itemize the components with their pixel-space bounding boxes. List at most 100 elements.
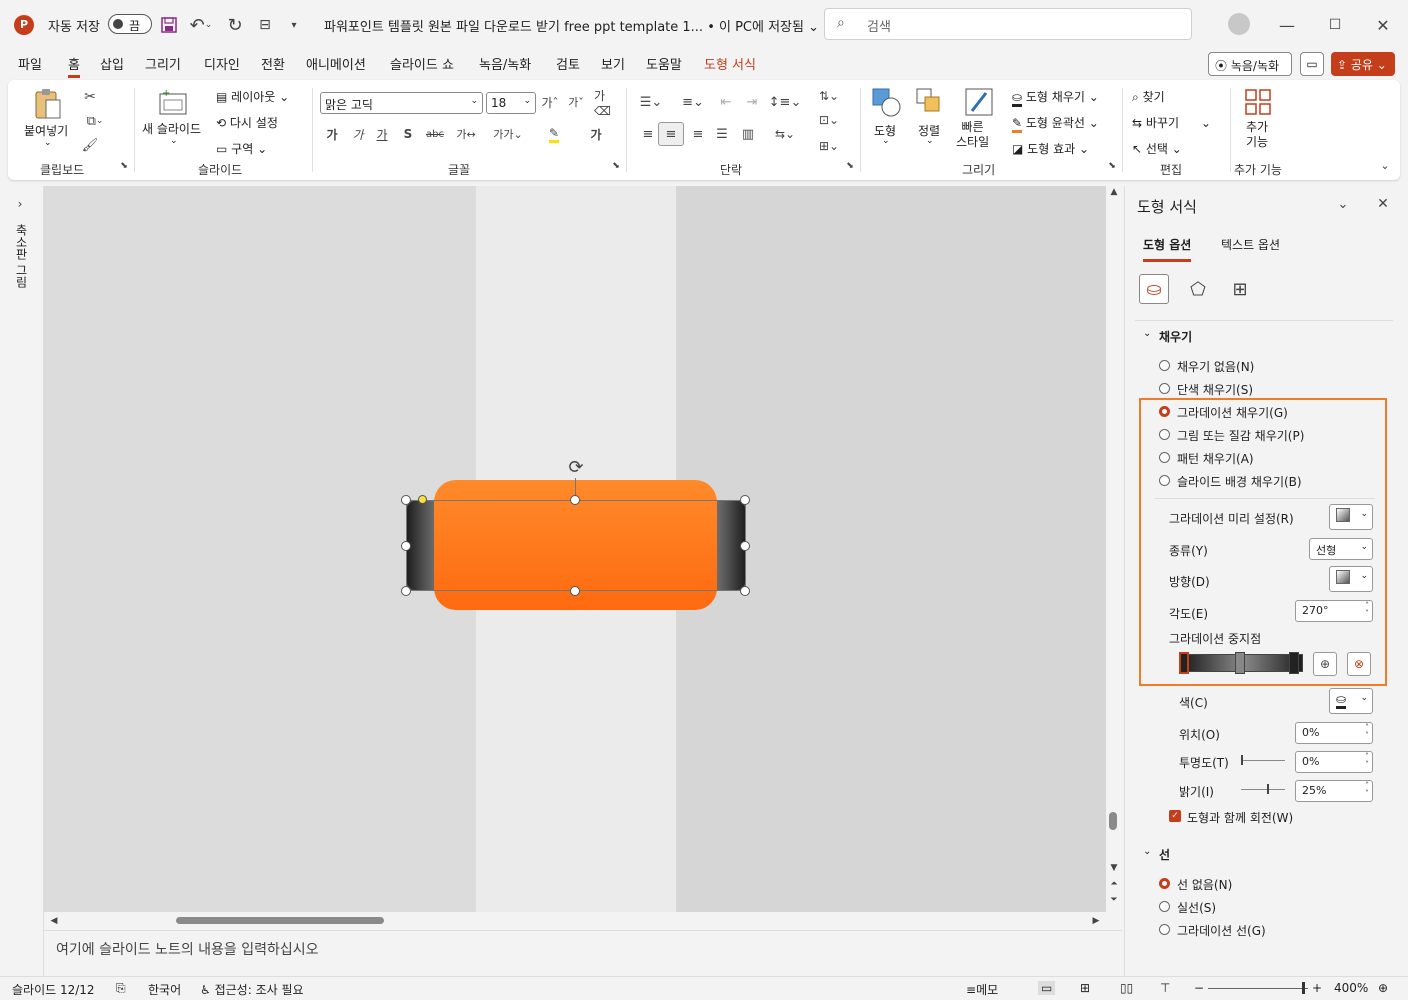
- gradient-stop-handle[interactable]: [1289, 652, 1299, 674]
- adjust-handle[interactable]: [418, 495, 427, 504]
- zoom-slider[interactable]: [1208, 988, 1308, 989]
- pane-close-icon[interactable]: ✕: [1375, 196, 1391, 212]
- document-title[interactable]: 파워포인트 템플릿 원본 파일 다운로드 받기 free ppt templat…: [324, 16, 819, 35]
- undo-icon[interactable]: ↶ ⌄: [186, 14, 216, 36]
- pane-options-icon[interactable]: ⌄: [1335, 196, 1351, 212]
- sort-icon[interactable]: ⇅⌄: [812, 86, 846, 106]
- fill-gradient-label[interactable]: 그라데이션 채우기(G): [1177, 404, 1288, 421]
- transparency-slider-thumb[interactable]: [1241, 755, 1243, 765]
- comments-icon[interactable]: ▭: [1300, 52, 1324, 76]
- stop-position-input[interactable]: 0% ˄ ˅: [1295, 722, 1373, 744]
- tab-text-options[interactable]: 텍스트 옵션: [1221, 236, 1280, 253]
- align-text-icon[interactable]: ⊡⌄: [812, 110, 846, 130]
- maximize-icon[interactable]: ☐: [1324, 14, 1346, 36]
- shrink-font-icon[interactable]: 가ˇ: [566, 92, 586, 112]
- gradient-preset-dropdown[interactable]: ⌄: [1329, 504, 1373, 530]
- accessibility-status[interactable]: ♿ 접근성: 조사 필요: [200, 981, 304, 998]
- paste-icon[interactable]: [26, 86, 70, 122]
- size-properties-icon[interactable]: ⊞: [1225, 274, 1255, 304]
- next-slide-icon[interactable]: ⏷: [1108, 894, 1120, 906]
- scroll-left-icon[interactable]: ◀: [48, 915, 60, 927]
- shape-effects-button[interactable]: ◪ 도형 효과 ⌄: [1012, 140, 1089, 157]
- paste-button[interactable]: 붙여넣기: [24, 122, 68, 139]
- quick-styles-button[interactable]: 빠른 스타일: [956, 120, 989, 150]
- section-button[interactable]: ▭ 구역 ⌄: [216, 140, 267, 157]
- gradient-stop-handle[interactable]: [1179, 652, 1189, 674]
- tab-file[interactable]: 파일: [18, 54, 42, 73]
- fill-pattern-radio[interactable]: [1159, 452, 1170, 463]
- fill-picture-label[interactable]: 그림 또는 질감 채우기(P): [1177, 427, 1304, 444]
- arrange-dropdown-icon[interactable]: ⌄: [926, 136, 934, 146]
- zoom-slider-thumb[interactable]: [1302, 982, 1305, 994]
- slide-canvas[interactable]: ⟳: [44, 186, 1106, 912]
- paragraph-launcher-icon[interactable]: ⬊: [844, 160, 856, 172]
- notes-placeholder[interactable]: 여기에 슬라이드 노트의 내용을 입력하십시오: [56, 939, 319, 959]
- layout-button[interactable]: ▤ 레이아웃 ⌄: [216, 88, 289, 105]
- line-none-label[interactable]: 선 없음(N): [1177, 876, 1232, 893]
- fill-none-radio[interactable]: [1159, 360, 1170, 371]
- fill-slide-bg-radio[interactable]: [1159, 475, 1170, 486]
- zoom-out-icon[interactable]: −: [1194, 981, 1204, 995]
- clear-format-icon[interactable]: 가⌫: [594, 89, 614, 118]
- quick-styles-icon[interactable]: [962, 86, 996, 118]
- fill-none-label[interactable]: 채우기 없음(N): [1177, 358, 1254, 375]
- justify-icon[interactable]: ☰: [712, 124, 732, 144]
- avatar[interactable]: [1228, 13, 1250, 35]
- tab-help[interactable]: 도움말: [646, 54, 682, 73]
- tab-shape-format[interactable]: 도형 서식: [704, 54, 756, 73]
- transparency-slider[interactable]: [1241, 760, 1285, 761]
- brightness-slider-thumb[interactable]: [1267, 784, 1269, 794]
- vertical-scroll-thumb[interactable]: [1109, 812, 1117, 830]
- add-stop-icon[interactable]: ⊕: [1313, 652, 1337, 676]
- gradient-direction-dropdown[interactable]: ⌄: [1329, 566, 1373, 592]
- fill-solid-radio[interactable]: [1159, 383, 1170, 394]
- tab-draw[interactable]: 그리기: [145, 54, 181, 73]
- remove-stop-icon[interactable]: ⊗: [1347, 652, 1371, 676]
- bullets-icon[interactable]: ☰⌄: [634, 92, 668, 112]
- slide-sorter-icon[interactable]: ⊞: [1080, 981, 1090, 995]
- text-direction-icon[interactable]: ⇆⌄: [768, 124, 802, 144]
- paste-dropdown-icon[interactable]: ⌄: [44, 138, 52, 148]
- zoom-in-icon[interactable]: +: [1312, 981, 1322, 995]
- line-spacing-icon[interactable]: ↕≡⌄: [768, 92, 802, 112]
- line-none-radio[interactable]: [1159, 878, 1170, 889]
- tab-record[interactable]: 녹음/녹화: [479, 54, 531, 73]
- fit-to-window-icon[interactable]: ⊕: [1378, 981, 1388, 995]
- transparency-input[interactable]: 0% ˄ ˅: [1295, 751, 1373, 773]
- font-name-select[interactable]: 맑은 고딕 ⌄: [320, 92, 483, 114]
- italic-icon[interactable]: 가: [350, 124, 366, 144]
- fill-picture-radio[interactable]: [1159, 429, 1170, 440]
- replace-button[interactable]: ⇆ 바꾸기 ⌄: [1132, 114, 1211, 131]
- align-left-icon[interactable]: ≡: [638, 124, 658, 144]
- fill-slide-bg-label[interactable]: 슬라이드 배경 채우기(B): [1177, 473, 1302, 490]
- fill-line-icon[interactable]: ⛀: [1139, 274, 1169, 304]
- resize-handle[interactable]: [401, 586, 411, 596]
- strikethrough-icon[interactable]: abc: [424, 124, 446, 144]
- shadow-icon[interactable]: S: [400, 124, 416, 144]
- line-gradient-radio[interactable]: [1159, 924, 1170, 935]
- scroll-down-icon[interactable]: ▼: [1108, 862, 1120, 874]
- brightness-input[interactable]: 25% ˄ ˅: [1295, 780, 1373, 802]
- tab-transitions[interactable]: 전환: [261, 54, 285, 73]
- minimize-icon[interactable]: —: [1276, 14, 1298, 36]
- normal-view-icon[interactable]: ▭: [1038, 981, 1056, 995]
- redo-icon[interactable]: ↻: [224, 14, 246, 36]
- reading-view-icon[interactable]: ▯▯: [1120, 981, 1133, 995]
- align-center-icon[interactable]: ≡: [658, 122, 684, 146]
- gradient-type-select[interactable]: 선형 ⌄: [1309, 538, 1373, 560]
- thumbnail-label[interactable]: 축소판 그림: [13, 224, 30, 288]
- grow-font-icon[interactable]: 가ˆ: [540, 92, 560, 112]
- expand-thumbnails-icon[interactable]: ›: [12, 196, 28, 212]
- fill-solid-label[interactable]: 단색 채우기(S): [1177, 381, 1253, 398]
- fill-gradient-radio[interactable]: [1159, 406, 1170, 417]
- font-color-icon[interactable]: 가: [580, 124, 612, 144]
- underline-icon[interactable]: 가: [374, 124, 390, 144]
- brightness-slider[interactable]: [1241, 789, 1285, 790]
- tab-design[interactable]: 디자인: [204, 54, 240, 73]
- new-slide-icon[interactable]: +: [156, 86, 190, 118]
- previous-slide-icon[interactable]: ⏶: [1108, 878, 1120, 890]
- scroll-up-icon[interactable]: ▲: [1108, 186, 1120, 198]
- new-slide-button[interactable]: 새 슬라이드: [142, 120, 201, 137]
- decrease-indent-icon[interactable]: ⇤: [716, 92, 736, 112]
- share-button[interactable]: ⇪ 공유 ⌄: [1331, 52, 1395, 76]
